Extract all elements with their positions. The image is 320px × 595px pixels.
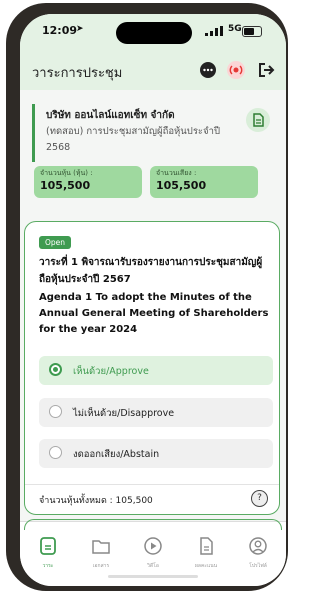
votes-label: จำนวนเสียง : xyxy=(156,169,197,177)
option-label: เห็นด้วย/Approve xyxy=(73,366,149,377)
divider xyxy=(25,484,279,485)
document-icon xyxy=(200,537,213,555)
nav-item-results[interactable]: ผลคะแนน xyxy=(186,536,226,576)
home-indicator xyxy=(108,575,198,578)
nav-label: โปรไฟล์ xyxy=(249,563,267,569)
next-card-edge xyxy=(24,519,282,530)
option-disapprove[interactable]: ไม่เห็นด้วย/Disapprove xyxy=(39,398,273,427)
status-bar: 12:09 ➤ 5G xyxy=(20,14,286,50)
document-button[interactable] xyxy=(246,108,270,132)
company-info: บริษัท ออนไลน์แอทเซ็ท จำกัด (ทดสอบ) การป… xyxy=(32,104,276,216)
nav-item-video[interactable]: วิดีโอ xyxy=(133,536,173,576)
radio-selected-icon[interactable] xyxy=(49,363,62,376)
option-label: ไม่เห็นด้วย/Disapprove xyxy=(73,408,175,419)
total-shares: จำนวนหุ้นทั้งหมด : 105,500 xyxy=(39,496,153,506)
agenda-title-thai: วาระที่ 1 พิจารณารับรองรายงานการประชุมสา… xyxy=(39,257,263,285)
network-type: 5G xyxy=(228,24,242,34)
radio-icon[interactable] xyxy=(49,405,62,418)
radio-icon[interactable] xyxy=(49,446,62,459)
nav-item-agenda[interactable]: วาระ xyxy=(28,536,68,576)
nav-item-profile[interactable]: โปรไฟล์ xyxy=(238,536,278,576)
nav-label: ผลคะแนน xyxy=(194,563,218,569)
shares-label: จำนวนหุ้น (หุ้น) : xyxy=(40,169,93,177)
status-badge: Open xyxy=(39,236,72,249)
profile-icon xyxy=(249,537,267,555)
page-title: วาระการประชุม xyxy=(32,66,123,81)
location-arrow-icon: ➤ xyxy=(76,24,84,34)
live-broadcast-icon[interactable] xyxy=(226,60,246,80)
nav-label: วิดีโอ xyxy=(147,563,159,569)
meeting-name: (ทดสอบ) การประชุมสามัญผู้ถือหุ้นประจำปี … xyxy=(46,126,220,153)
option-approve[interactable]: เห็นด้วย/Approve xyxy=(39,356,273,385)
votes-box: จำนวนเสียง : 105,500 xyxy=(150,166,258,198)
option-label: งดออกเสียง/Abstain xyxy=(73,449,160,460)
app-screen: 12:09 ➤ 5G วาระการประชุม บริษัท ออนไลน์แ… xyxy=(20,14,286,586)
nav-label: เอกสาร xyxy=(92,563,110,569)
nav-item-documents[interactable]: เอกสาร xyxy=(81,536,121,576)
agenda-card: Open วาระที่ 1 พิจารณารับรองรายงานการประ… xyxy=(24,221,280,515)
agenda-icon xyxy=(40,537,56,555)
accent-bar xyxy=(32,104,35,162)
company-name: บริษัท ออนไลน์แอทเซ็ท จำกัด xyxy=(46,110,175,121)
shares-box: จำนวนหุ้น (หุ้น) : 105,500 xyxy=(34,166,142,198)
agenda-title-english: Agenda 1 To adopt the Minutes of the Ann… xyxy=(39,292,269,335)
chat-icon[interactable] xyxy=(198,60,218,80)
shares-value: 105,500 xyxy=(40,179,91,192)
dynamic-island xyxy=(116,22,192,44)
option-abstain[interactable]: งดออกเสียง/Abstain xyxy=(39,439,273,468)
help-icon[interactable]: ? xyxy=(251,490,268,507)
nav-label: วาระ xyxy=(42,563,54,569)
logout-icon[interactable] xyxy=(256,60,276,80)
signal-icon xyxy=(205,26,223,36)
battery-icon xyxy=(242,26,262,37)
votes-value: 105,500 xyxy=(156,179,207,192)
play-icon xyxy=(144,537,162,555)
folder-icon xyxy=(92,540,110,554)
phone-frame: 12:09 ➤ 5G วาระการประชุม บริษัท ออนไลน์แ… xyxy=(6,3,288,591)
app-header: วาระการประชุม xyxy=(20,50,286,90)
status-time: 12:09 xyxy=(42,24,78,37)
document-icon xyxy=(253,113,264,127)
